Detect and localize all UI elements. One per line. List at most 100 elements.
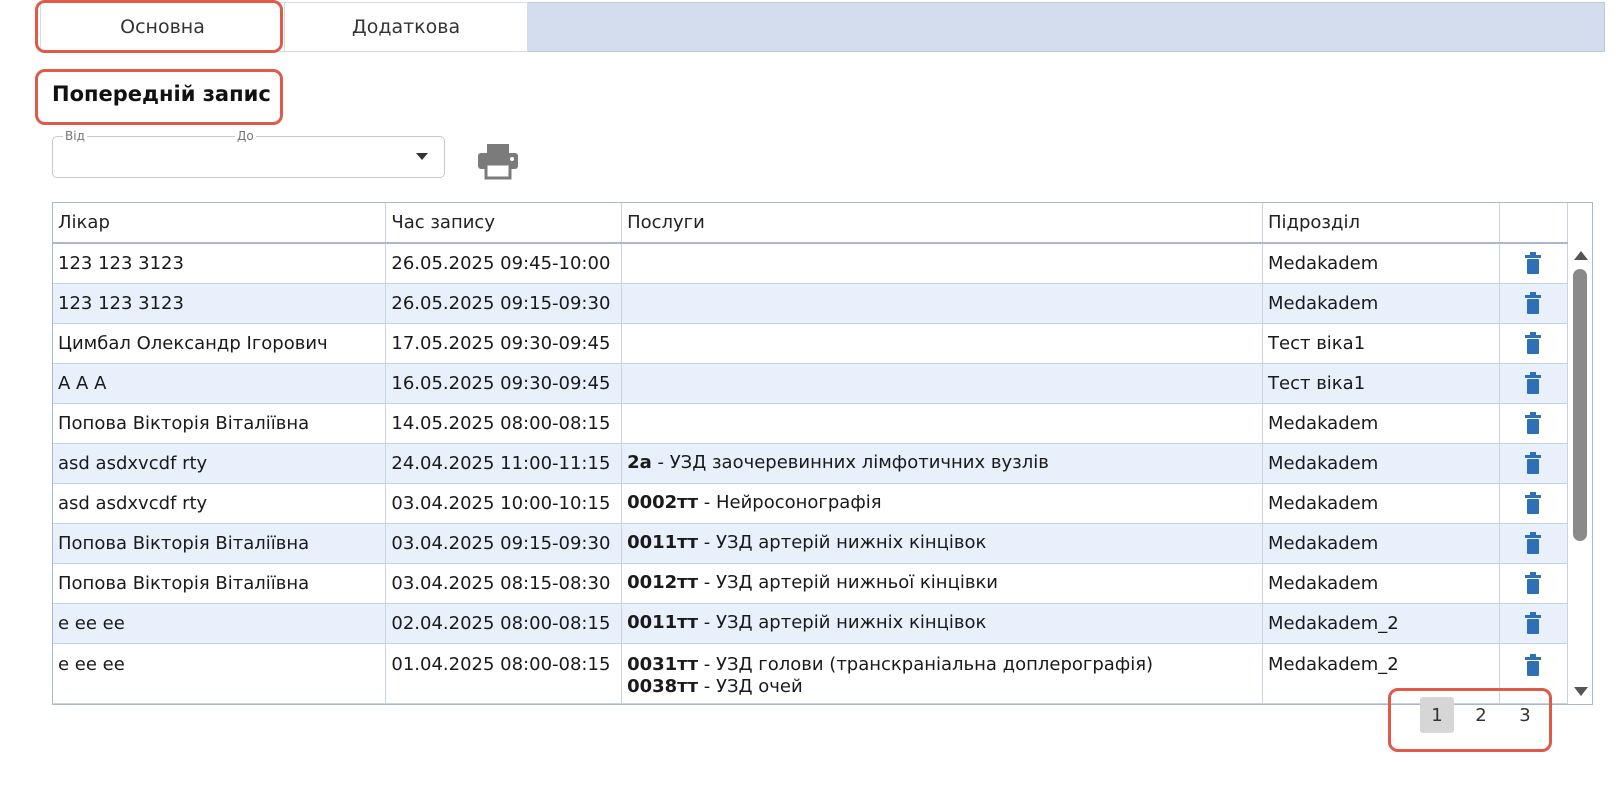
service-entry: 0011тт - УЗД артерій нижніх кінцівок [627,532,1257,554]
service-code: 0011тт [627,532,699,553]
table-row[interactable]: 123 123 3123 26.05.2025 09:15-09:30 Medaka… [53,283,1569,324]
cell-doctor: Цимбал Олександр Ігорович [53,323,387,364]
cell-unit: Medakadem [1262,523,1500,564]
cell-services: 2а - УЗД заочеревинних лімфотичних вузлі… [621,443,1264,484]
cell-time: 24.04.2025 11:00-11:15 [385,443,623,484]
cell-doctor: 123 123 3123 [53,243,387,284]
trash-icon[interactable] [1524,412,1542,434]
scroll-down-arrow-icon[interactable] [1574,687,1588,696]
table-row[interactable]: asd asdxvcdf rty 03.04.2025 10:00-10:15 00… [53,483,1569,524]
trash-icon[interactable] [1524,332,1542,354]
service-code: 0012тт [627,572,699,593]
cell-unit: Medakadem_2 [1262,603,1500,644]
cell-services [621,403,1264,444]
cell-time: 03.04.2025 09:15-09:30 [385,523,623,564]
cell-unit: Medakadem [1262,283,1500,324]
service-entry: 0038тт - УЗД очей [627,676,1257,698]
chevron-down-icon[interactable] [416,153,428,160]
cell-services: 0011тт - УЗД артерій нижніх кінцівок [621,603,1264,644]
cell-services: 0012тт - УЗД артерій нижньої кінцівки [621,563,1264,604]
service-name: - УЗД заочеревинних лімфотичних вузлів [651,452,1049,473]
trash-icon[interactable] [1524,452,1542,474]
column-header-services[interactable]: Послуги [621,203,1264,244]
tab-bar-filler [528,2,1605,52]
cell-unit: Medakadem [1262,483,1500,524]
table-row[interactable]: asd asdxvcdf rty 24.04.2025 11:00-11:15 2а… [53,443,1569,484]
cell-services [621,323,1264,364]
vertical-scrollbar[interactable] [1568,243,1592,704]
cell-time: 14.05.2025 08:00-08:15 [385,403,623,444]
date-range-picker[interactable]: Від До [52,129,445,178]
date-from-label: Від [63,129,87,143]
table-row[interactable]: 123 123 3123 26.05.2025 09:45-10:00 Medaka… [53,243,1569,284]
cell-services: 0011тт - УЗД артерій нижніх кінцівок [621,523,1264,564]
cell-doctor: е ее ее [53,643,387,704]
cell-actions [1499,323,1569,364]
table-header-row: Лікар Час запису Послуги Підрозділ [53,203,1569,244]
cell-actions [1499,603,1569,644]
service-code: 0038тт [627,675,699,697]
column-header-actions [1499,203,1569,244]
cell-services [621,363,1264,404]
service-name: - УЗД артерій нижніх кінцівок [698,532,987,553]
service-code: 0031тт [627,653,699,675]
cell-doctor: Попова Вікторія Віталіївна [53,523,387,564]
print-icon[interactable] [476,142,520,180]
cell-time: 03.04.2025 08:15-08:30 [385,563,623,604]
cell-unit: Medakadem [1262,443,1500,484]
service-name: - УЗД очей [698,675,803,697]
cell-doctor: asd asdxvcdf rty [53,483,387,524]
page-button-2[interactable]: 2 [1464,697,1498,733]
column-header-unit[interactable]: Підрозділ [1262,203,1500,244]
service-code: 0002тт [627,492,699,513]
cell-unit: Medakadem [1262,563,1500,604]
trash-icon[interactable] [1524,532,1542,554]
service-entry: 0011тт - УЗД артерій нижніх кінцівок [627,612,1257,634]
trash-icon[interactable] [1524,653,1542,676]
tab-bar: Основна Додаткова [40,2,1605,52]
column-header-doctor[interactable]: Лікар [53,203,387,244]
service-entry: 0031тт - УЗД голови (транскраніальна доп… [627,654,1257,676]
cell-services: 0002тт - Нейросонографія [621,483,1264,524]
cell-time: 26.05.2025 09:15-09:30 [385,283,623,324]
cell-time: 03.04.2025 10:00-10:15 [385,483,623,524]
trash-icon[interactable] [1524,612,1542,634]
scrollbar-thumb[interactable] [1573,269,1587,541]
table-row[interactable]: е ее ее 02.04.2025 08:00-08:15 0011тт - УЗ… [53,603,1569,644]
cell-time: 26.05.2025 09:45-10:00 [385,243,623,284]
table-row[interactable]: Попова Вікторія Віталіївна 14.05.2025 08:… [53,403,1569,444]
service-code: 2а [627,452,652,473]
tab-additional[interactable]: Додаткова [285,2,528,52]
cell-actions [1499,523,1569,564]
cell-actions [1499,283,1569,324]
cell-doctor: А А А [53,363,387,404]
trash-icon[interactable] [1524,292,1542,314]
table-body: 123 123 3123 26.05.2025 09:45-10:00 Medaka… [53,243,1569,704]
pagination: 123 [1420,697,1552,733]
cell-actions [1499,443,1569,484]
service-code: 0011тт [627,612,699,633]
page-button-1[interactable]: 1 [1420,697,1454,733]
section-title: Попередній запис [52,82,271,106]
table-row[interactable]: е ее ее 01.04.2025 08:00-08:15 0031тт - УЗ… [53,643,1569,704]
scroll-up-arrow-icon[interactable] [1574,251,1588,260]
cell-services [621,283,1264,324]
cell-doctor: Попова Вікторія Віталіївна [53,403,387,444]
trash-icon[interactable] [1524,572,1542,594]
date-to-label: До [235,129,256,143]
cell-actions [1499,403,1569,444]
cell-doctor: 123 123 3123 [53,283,387,324]
trash-icon[interactable] [1524,372,1542,394]
trash-icon[interactable] [1524,252,1542,275]
trash-icon[interactable] [1524,492,1542,514]
table-row[interactable]: Цимбал Олександр Ігорович 17.05.2025 09:3… [53,323,1569,364]
table-row[interactable]: А А А 16.05.2025 09:30-09:45 Тест віка1 [53,363,1569,404]
tab-main[interactable]: Основна [40,2,285,52]
cell-doctor: asd asdxvcdf rty [53,443,387,484]
cell-actions [1499,243,1569,284]
cell-time: 17.05.2025 09:30-09:45 [385,323,623,364]
table-row[interactable]: Попова Вікторія Віталіївна 03.04.2025 08:… [53,563,1569,604]
table-row[interactable]: Попова Вікторія Віталіївна 03.04.2025 09:… [53,523,1569,564]
column-header-time[interactable]: Час запису [385,203,623,244]
page-button-3[interactable]: 3 [1508,697,1542,733]
